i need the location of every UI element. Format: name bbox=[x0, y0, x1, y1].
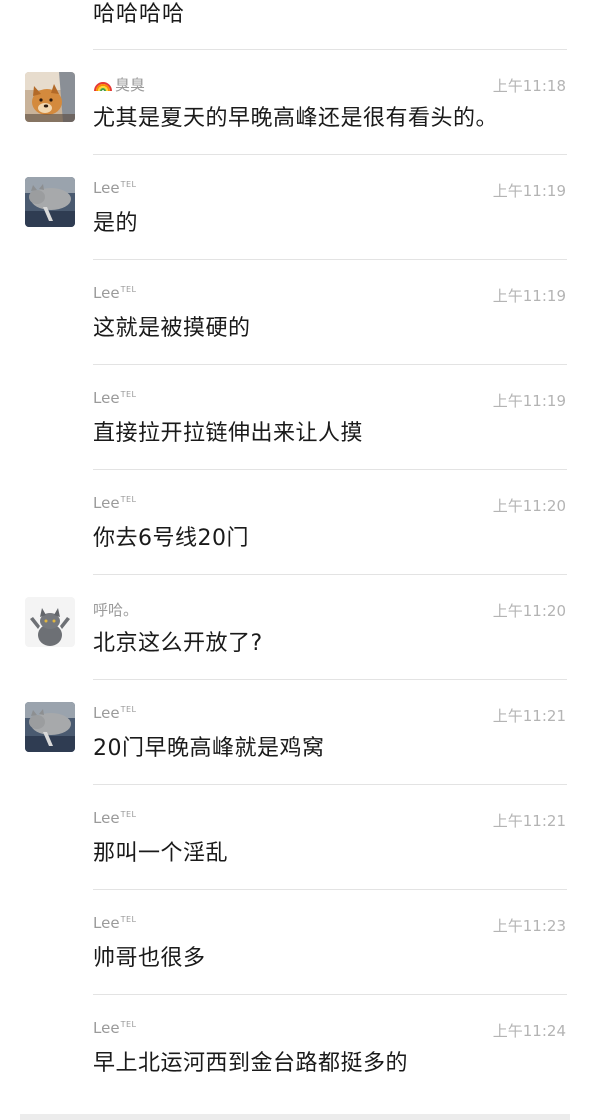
chat-message[interactable]: LeeTEL 上午11:23 帅哥也很多 bbox=[0, 890, 590, 995]
sender-name: LeeTEL bbox=[93, 809, 136, 827]
message-text[interactable]: 尤其是夏天的早晚高峰还是很有看头的。 bbox=[93, 100, 498, 132]
sender-badge: TEL bbox=[120, 705, 137, 714]
chat-message[interactable]: LeeTEL 上午11:20 你去6号线20门 bbox=[0, 470, 590, 575]
dog-avatar[interactable] bbox=[25, 72, 75, 122]
message-text[interactable]: 直接拉开拉链伸出来让人摸 bbox=[93, 415, 363, 447]
rainbow-icon bbox=[93, 76, 113, 92]
sender-name-text: 呼哈。 bbox=[93, 601, 139, 619]
sender-name: LeeTEL bbox=[93, 704, 136, 722]
sender-name-text: Lee bbox=[93, 704, 120, 722]
cat-couch-avatar[interactable] bbox=[25, 702, 75, 752]
sender-name-text: Lee bbox=[93, 1019, 120, 1037]
chat-message[interactable]: 呼哈。 上午11:20 北京这么开放了? bbox=[0, 575, 590, 680]
grey-cat-avatar[interactable] bbox=[25, 597, 75, 647]
message-time: 上午11:21 bbox=[492, 707, 566, 725]
message-text[interactable]: 你去6号线20门 bbox=[93, 520, 249, 552]
chat-message[interactable]: LeeTEL 上午11:21 那叫一个淫乱 bbox=[0, 785, 590, 890]
sender-name-text: Lee bbox=[93, 494, 120, 512]
sender-badge: TEL bbox=[120, 1020, 137, 1029]
chat-message[interactable]: LeeTEL 上午11:24 早上北运河西到金台路都挺多的 bbox=[0, 995, 590, 1100]
message-text[interactable]: 20门早晚高峰就是鸡窝 bbox=[93, 730, 325, 762]
message-time: 上午11:21 bbox=[492, 812, 566, 830]
sender-badge: TEL bbox=[120, 390, 137, 399]
message-time: 上午11:19 bbox=[492, 182, 566, 200]
sender-name-text: 臭臭 bbox=[115, 76, 146, 94]
chat-message[interactable]: LeeTEL 上午11:21 20门早晚高峰就是鸡窝 bbox=[0, 680, 590, 785]
sender-name: LeeTEL bbox=[93, 914, 136, 932]
chat-message-list[interactable]: 哈哈哈哈 臭臭 上午11:18 尤其是夏天的早晚高峰还是很有看头的。 LeeTE… bbox=[0, 0, 590, 1120]
sender-name: 臭臭 bbox=[93, 74, 145, 95]
message-text[interactable]: 北京这么开放了? bbox=[93, 625, 263, 657]
sender-name: LeeTEL bbox=[93, 284, 136, 302]
bottom-edge-bar bbox=[20, 1114, 570, 1120]
previous-message-text: 哈哈哈哈 bbox=[93, 2, 186, 27]
sender-badge: TEL bbox=[120, 285, 137, 294]
sender-badge: TEL bbox=[120, 915, 137, 924]
message-time: 上午11:19 bbox=[492, 392, 566, 410]
sender-name: LeeTEL bbox=[93, 494, 136, 512]
message-time: 上午11:19 bbox=[492, 287, 566, 305]
sender-name: LeeTEL bbox=[93, 179, 136, 197]
message-time: 上午11:24 bbox=[492, 1022, 566, 1040]
sender-badge: TEL bbox=[120, 495, 137, 504]
sender-name-text: Lee bbox=[93, 809, 120, 827]
chat-message[interactable]: LeeTEL 上午11:19 这就是被摸硬的 bbox=[0, 260, 590, 365]
sender-name: 呼哈。 bbox=[93, 599, 138, 620]
sender-name: LeeTEL bbox=[93, 1019, 136, 1037]
message-time: 上午11:18 bbox=[492, 77, 566, 95]
sender-name-text: Lee bbox=[93, 179, 120, 197]
message-time: 上午11:23 bbox=[492, 917, 566, 935]
sender-name-text: Lee bbox=[93, 284, 120, 302]
sender-badge: TEL bbox=[120, 810, 137, 819]
message-time: 上午11:20 bbox=[492, 497, 566, 515]
message-text[interactable]: 那叫一个淫乱 bbox=[93, 835, 228, 867]
sender-badge: TEL bbox=[120, 180, 137, 189]
cat-couch-avatar[interactable] bbox=[25, 177, 75, 227]
message-text[interactable]: 帅哥也很多 bbox=[93, 940, 206, 972]
sender-name: LeeTEL bbox=[93, 389, 136, 407]
message-text[interactable]: 这就是被摸硬的 bbox=[93, 310, 251, 342]
sender-name-text: Lee bbox=[93, 914, 120, 932]
chat-message[interactable]: LeeTEL 上午11:19 是的 bbox=[0, 155, 590, 260]
message-text[interactable]: 是的 bbox=[93, 205, 138, 237]
sender-name-text: Lee bbox=[93, 389, 120, 407]
message-time: 上午11:20 bbox=[492, 602, 566, 620]
chat-message[interactable]: LeeTEL 上午11:19 直接拉开拉链伸出来让人摸 bbox=[0, 365, 590, 470]
chat-message[interactable]: 臭臭 上午11:18 尤其是夏天的早晚高峰还是很有看头的。 bbox=[0, 50, 590, 155]
message-text[interactable]: 早上北运河西到金台路都挺多的 bbox=[93, 1045, 408, 1077]
